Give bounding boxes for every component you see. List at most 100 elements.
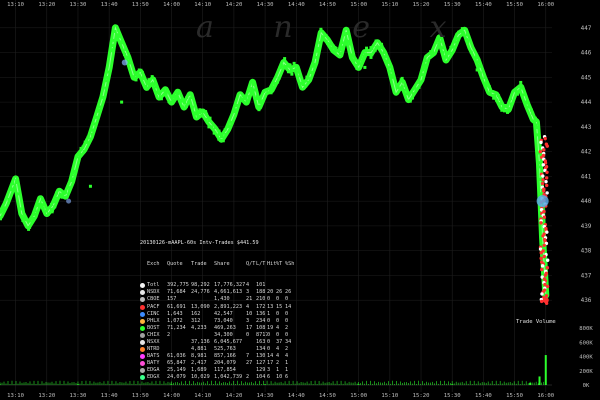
trade-point (418, 80, 422, 84)
trade-point (64, 190, 68, 194)
trade-point (312, 62, 316, 66)
stats-cell: 0 (285, 310, 289, 317)
exchange-color-dot (140, 311, 145, 317)
stats-cell: 4 (246, 303, 250, 310)
stats-cell: 65,847 (167, 359, 186, 366)
trade-point (398, 87, 402, 91)
stats-cell: 15 (276, 303, 283, 310)
trade-point (492, 96, 496, 100)
stats-cell: 172 (256, 303, 266, 310)
trade-point (86, 135, 90, 139)
trade-point (483, 76, 487, 80)
closing-trade-point (539, 251, 543, 255)
time-tick-bottom: 14:20 (225, 393, 242, 399)
trade-point (141, 76, 145, 80)
trade-point (221, 139, 225, 143)
time-tick-bottom: 13:10 (7, 393, 24, 399)
stats-cell: 14 (285, 303, 292, 310)
trade-point (531, 111, 535, 115)
time-tick-top: 15:40 (475, 2, 492, 8)
trade-point (220, 134, 224, 138)
trade-point (234, 109, 238, 113)
stats-cell: 10 (246, 310, 253, 317)
trade-point (488, 88, 492, 92)
trade-point (403, 88, 407, 92)
trade-point (204, 110, 208, 114)
trade-point (510, 102, 514, 106)
exchange-color-dot (140, 304, 145, 310)
stats-cell: 61,691 (167, 303, 186, 310)
exchange-color-dot (140, 339, 145, 345)
stats-row: CHIX 2 34,300 0 8717 0 0 0 (140, 332, 318, 339)
stats-row: NSXX 37,136 6,045,677 163 0 37 34 (140, 339, 318, 346)
closing-trade-point (542, 215, 547, 219)
time-tick-top: 13:10 (7, 2, 24, 8)
stats-cell: 4,661,613 (214, 289, 243, 296)
stats-cell: 392,775 (167, 282, 189, 289)
trade-point (181, 105, 185, 109)
stats-table-header: Exch Quote Trade Share Q/T L/T Hit %T %Sh (140, 261, 318, 268)
exchange-color-dot (140, 346, 145, 352)
trade-point (257, 108, 261, 112)
trade-point (105, 75, 109, 79)
trade-point (158, 92, 162, 96)
stats-cell: 4,233 (191, 324, 207, 331)
closing-trade-point (545, 191, 549, 195)
time-tick-bottom: 15:40 (475, 393, 492, 399)
stats-row: EDGA 25,149 1,689 117,854 129 3 1 1 (140, 367, 318, 374)
stats-cell: 24,776 (191, 289, 210, 296)
time-tick-bottom: 14:30 (257, 393, 274, 399)
trade-point (423, 59, 427, 63)
trade-point (260, 101, 264, 105)
trade-point (11, 182, 15, 186)
stats-cell: 2,891,223 (214, 303, 243, 310)
trade-point (185, 103, 189, 107)
trade-point (498, 102, 502, 106)
trade-point (395, 85, 399, 89)
trade-point (304, 84, 308, 88)
trade-point (98, 108, 102, 112)
stats-header-cell: Q/T (246, 261, 256, 268)
closing-trade-point (540, 267, 544, 272)
exchange-color-dot (140, 353, 145, 359)
trade-point (359, 63, 363, 67)
trade-point (198, 109, 202, 113)
stats-header-cell: Share (214, 261, 230, 268)
time-tick-bottom: 13:40 (101, 393, 118, 399)
time-tick-top: 13:20 (38, 2, 55, 8)
closing-trade-point (542, 243, 546, 247)
trade-point (441, 46, 445, 50)
stats-cell: 0 (267, 331, 271, 338)
trade-point (360, 59, 364, 63)
trade-point (147, 78, 151, 82)
trade-point (85, 140, 89, 144)
trade-point (193, 112, 197, 116)
trade-point (538, 165, 542, 169)
stats-cell: 61,036 (167, 352, 186, 359)
trade-point (361, 57, 365, 61)
stats-cell: 17 (267, 359, 274, 366)
stats-cell: 108 (256, 324, 266, 331)
trade-point (41, 207, 45, 211)
closing-trade-point (545, 170, 549, 175)
closing-trade-point (544, 179, 548, 184)
closing-trade-point (541, 163, 545, 167)
trade-point (116, 28, 120, 32)
highlight-marker (66, 198, 72, 204)
exchange-color-dot (140, 318, 145, 324)
stats-cell: 127 (256, 359, 266, 366)
stats-cell: 1 (285, 359, 289, 366)
trade-point (535, 126, 539, 130)
stats-cell: 469,263 (214, 324, 236, 331)
stats-cell: 157 (167, 296, 177, 303)
trade-point (351, 52, 355, 56)
trade-point (289, 68, 293, 72)
trade-point (286, 70, 290, 74)
closing-trade-point (541, 189, 546, 193)
trade-point (77, 151, 81, 155)
stats-header-cell: L/T (256, 261, 266, 268)
time-tick-top: 15:20 (413, 2, 430, 8)
trade-point (276, 80, 280, 84)
trade-point (476, 63, 480, 67)
trade-point (401, 80, 405, 84)
